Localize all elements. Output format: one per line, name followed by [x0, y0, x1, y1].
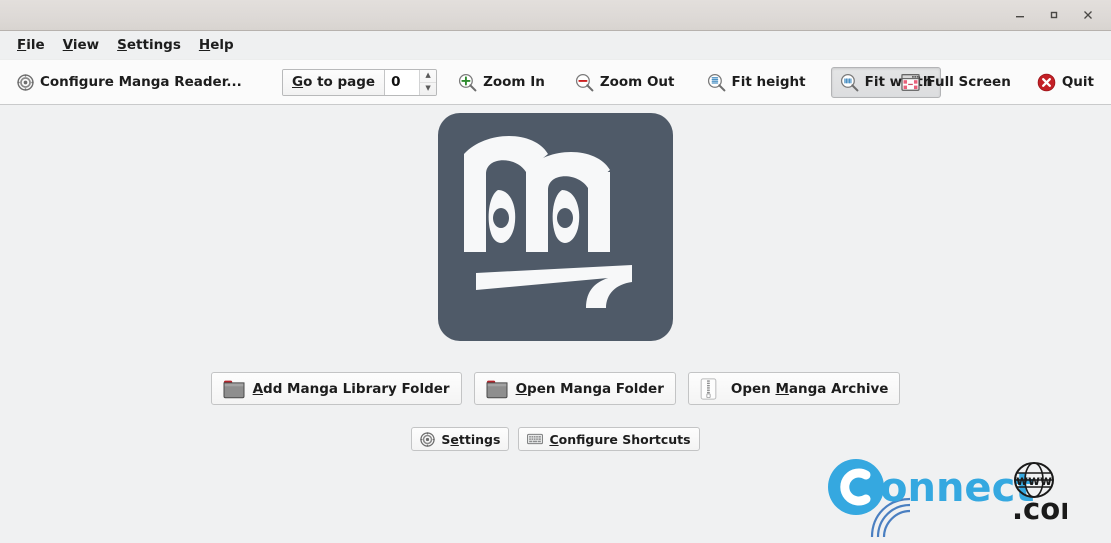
fit-height-label: Fit height: [731, 74, 806, 90]
zoom-out-label: Zoom Out: [599, 74, 675, 90]
full-screen-icon: [901, 73, 921, 91]
svg-text:.com: .com: [1012, 492, 1067, 526]
quit-button[interactable]: Quit: [1028, 67, 1103, 98]
connect-com-watermark: onnect www .com: [822, 449, 1090, 541]
settings-button[interactable]: Settings: [411, 427, 510, 451]
open-manga-folder-button[interactable]: Open Manga Folder: [473, 372, 676, 405]
manga-reader-window: File View Settings Help Configure Manga …: [0, 0, 1111, 543]
zoom-in-label: Zoom In: [483, 74, 545, 90]
open-archive-mnemonic: M: [775, 380, 789, 397]
minimize-icon[interactable]: [1003, 1, 1037, 29]
configure-manga-reader-button[interactable]: Configure Manga Reader...: [8, 68, 251, 97]
add-folder-mnemonic: A: [252, 380, 264, 397]
open-folder-mnemonic: O: [515, 380, 528, 397]
open-manga-archive-button[interactable]: Open Manga Archive: [687, 372, 901, 405]
configure-shortcuts-label: Configure Shortcuts: [549, 431, 691, 447]
gear-icon: [420, 431, 436, 447]
welcome-canvas: Add Manga Library Folder Open Manga Fold…: [0, 105, 1111, 543]
quit-icon: [1037, 73, 1056, 92]
menu-file[interactable]: File: [8, 34, 54, 56]
configure-shortcuts-button[interactable]: Configure Shortcuts: [518, 427, 700, 451]
svg-text:onnect: onnect: [880, 465, 1034, 511]
open-manga-archive-label: Open Manga Archive: [730, 380, 889, 397]
svg-text:www: www: [1016, 474, 1052, 489]
spin-up-icon[interactable]: ▲: [420, 70, 437, 83]
fit-width-icon: [840, 73, 859, 92]
keyboard-icon: [527, 433, 544, 445]
menu-settings-mnemonic: S: [117, 37, 127, 53]
fit-height-icon: [707, 73, 726, 92]
menu-help-label: elp: [210, 37, 234, 53]
goto-page-input[interactable]: 0: [385, 69, 420, 95]
zoom-in-icon: [458, 73, 477, 92]
full-screen-label: Full Screen: [926, 74, 1011, 90]
main-toolbar: Configure Manga Reader... Go to page 0 ▲…: [0, 60, 1111, 105]
goto-page-label[interactable]: Go to page: [283, 69, 386, 95]
add-manga-library-folder-button[interactable]: Add Manga Library Folder: [210, 372, 462, 405]
archive-icon: [700, 377, 717, 400]
menu-view[interactable]: View: [54, 34, 108, 56]
quit-label: Quit: [1061, 74, 1094, 90]
spin-down-icon[interactable]: ▼: [420, 83, 436, 95]
toolbar-center-group: Go to page 0 ▲ ▼ Zoom In Zoom Out Fit he…: [282, 66, 942, 98]
settings-label: Settings: [441, 431, 501, 447]
menu-settings[interactable]: Settings: [108, 34, 190, 56]
folder-icon: [223, 379, 245, 399]
goto-page-spinner[interactable]: Go to page 0 ▲ ▼: [282, 68, 438, 96]
configure-shortcuts-mnemonic: C: [549, 431, 559, 447]
zoom-out-icon: [575, 73, 594, 92]
goto-page-spin-buttons: ▲ ▼: [419, 69, 437, 95]
goto-page-label-text: o to page: [303, 74, 376, 90]
manga-reader-logo: [438, 113, 673, 341]
add-manga-library-folder-label: Add Manga Library Folder: [252, 380, 450, 397]
full-screen-button[interactable]: Full Screen: [892, 68, 1019, 97]
goto-page-mnemonic: G: [292, 74, 304, 90]
open-manga-folder-label: Open Manga Folder: [515, 380, 664, 397]
menu-help-mnemonic: H: [198, 37, 211, 53]
zoom-in-button[interactable]: Zoom In: [449, 67, 554, 98]
menu-bar: File View Settings Help: [0, 31, 1111, 60]
menu-help[interactable]: Help: [190, 34, 243, 56]
gear-icon: [17, 73, 34, 91]
maximize-icon[interactable]: [1037, 1, 1071, 29]
menu-settings-label: ettings: [126, 37, 181, 53]
title-bar: [0, 0, 1111, 31]
fit-height-button[interactable]: Fit height: [698, 67, 815, 98]
primary-action-row: Add Manga Library Folder Open Manga Fold…: [210, 372, 901, 405]
menu-view-label: iew: [72, 37, 100, 53]
configure-manga-reader-label: Configure Manga Reader...: [40, 74, 242, 90]
manga-reader-logo-glyph: [463, 136, 632, 308]
menu-file-mnemonic: F: [17, 37, 27, 53]
menu-view-mnemonic: V: [62, 37, 73, 53]
close-icon[interactable]: [1071, 1, 1105, 29]
settings-mnemonic: e: [450, 431, 459, 447]
zoom-out-button[interactable]: Zoom Out: [566, 67, 684, 98]
secondary-action-row: Settings Configure Shortcuts: [411, 427, 700, 451]
toolbar-right-group: Full Screen Quit: [892, 67, 1103, 98]
menu-file-label: ile: [26, 37, 45, 53]
folder-icon: [486, 379, 508, 399]
toolbar-left-group: Configure Manga Reader...: [0, 68, 251, 97]
